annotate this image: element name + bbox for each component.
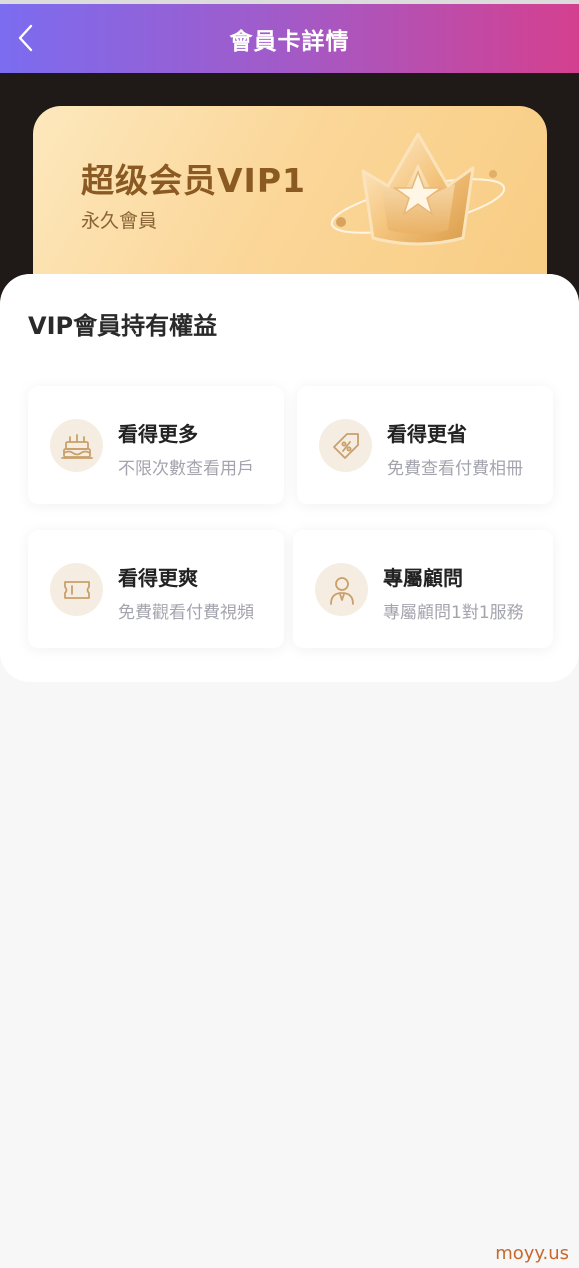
discount-tag-icon: [332, 432, 359, 459]
chevron-left-icon: [18, 24, 33, 52]
benefit-title: 看得更省: [387, 422, 467, 446]
benefit-title: 專屬顧問: [383, 566, 463, 590]
back-button[interactable]: [6, 18, 46, 58]
benefit-card-enjoy[interactable]: 看得更爽 免費觀看付費視頻: [28, 530, 284, 648]
header-bar: 會員卡詳情: [0, 4, 579, 73]
advisor-icon: [329, 576, 354, 605]
benefit-card-more[interactable]: 看得更多 不限次數查看用戶: [28, 386, 284, 504]
benefit-title: 看得更多: [118, 422, 198, 446]
benefit-desc: 免費查看付費相冊: [387, 459, 523, 479]
crown-star-icon: [330, 132, 506, 246]
ticket-icon: [63, 580, 90, 599]
benefit-card-save[interactable]: 看得更省 免費查看付費相冊: [297, 386, 553, 504]
page-title: 會員卡詳情: [229, 28, 350, 55]
benefit-desc: 不限次數查看用戶: [118, 459, 254, 479]
vip-level-title: 超级会员VIP1: [81, 161, 306, 200]
benefits-panel: VIP會員持有權益 看得更多 不限次數查看用戶 看得更省 免費查看付費相冊 看得…: [0, 274, 579, 682]
benefit-desc: 免費觀看付費視頻: [118, 603, 254, 623]
benefit-desc: 專屬顧問1對1服務: [383, 603, 524, 623]
benefit-icon-bg: [50, 419, 103, 472]
cake-icon: [60, 433, 93, 459]
benefit-icon-bg: [315, 563, 368, 616]
benefit-icon-bg: [50, 563, 103, 616]
benefit-icon-bg: [319, 419, 372, 472]
benefits-heading: VIP會員持有權益: [28, 312, 218, 340]
watermark: moyy.us: [495, 1243, 569, 1264]
vip-duration: 永久會員: [81, 210, 158, 232]
benefit-title: 看得更爽: [118, 566, 198, 590]
benefit-card-advisor[interactable]: 專屬顧問 專屬顧問1對1服務: [293, 530, 553, 648]
